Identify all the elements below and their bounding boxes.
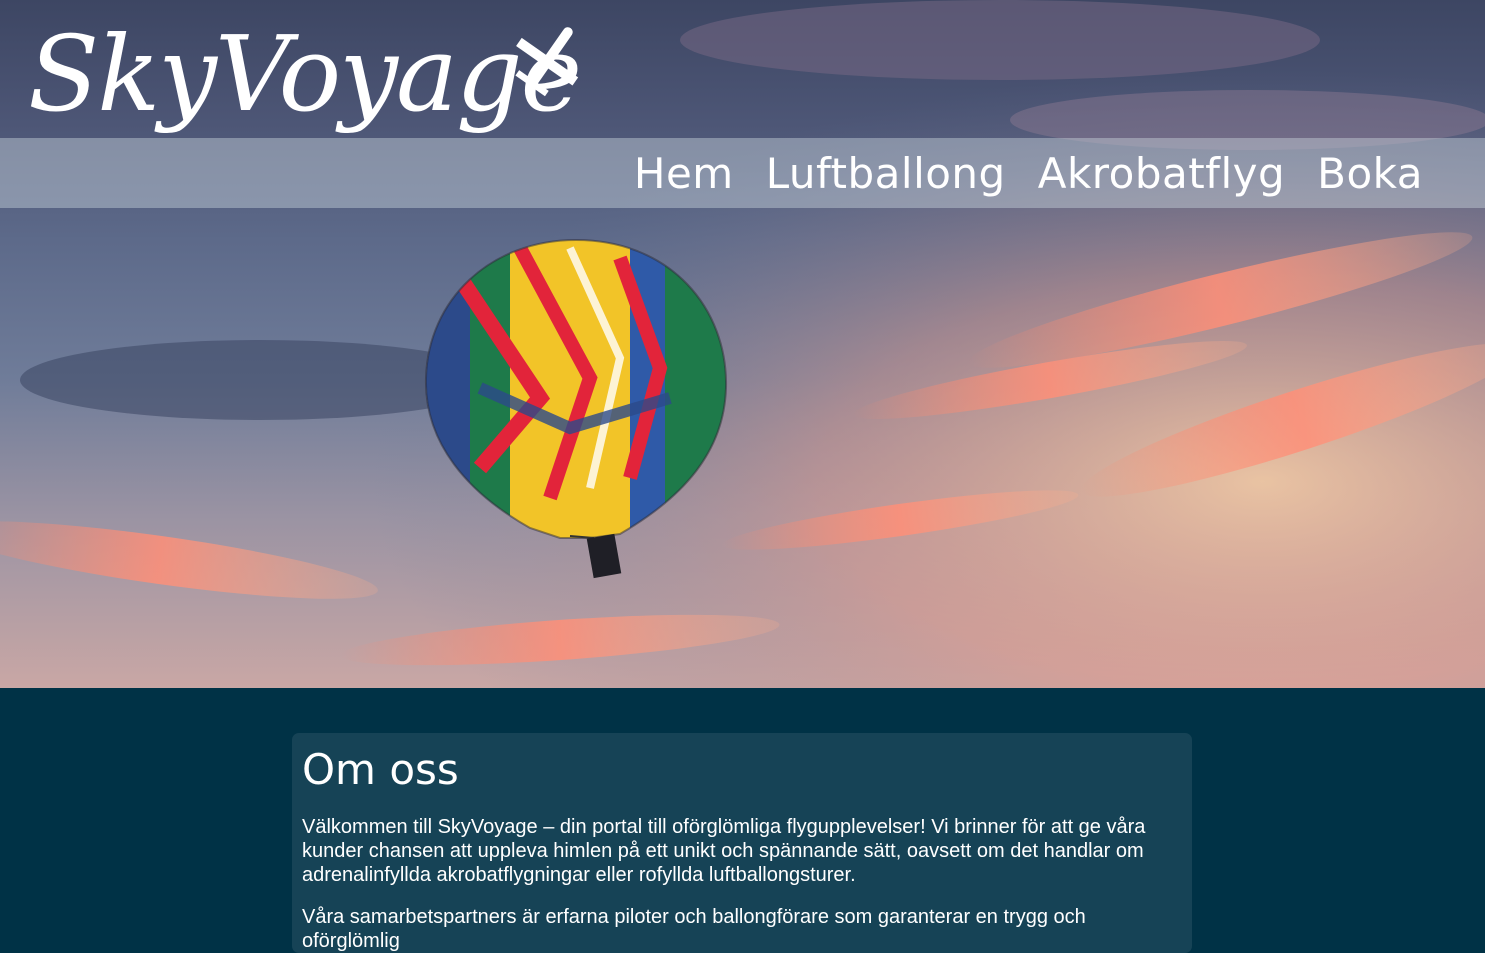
nav-link-luftballong[interactable]: Luftballong [766, 149, 1006, 198]
nav-link-hem[interactable]: Hem [634, 149, 734, 198]
hot-air-balloon-image [424, 238, 728, 579]
about-title: Om oss [302, 745, 459, 794]
nav-item-boka: Boka [1317, 149, 1423, 198]
hero-banner: SkyVoyage Hem Luftballong Akrobatflyg Bo… [0, 0, 1485, 688]
about-paragraph-2: Våra samarbetspartners är erfarna pilote… [302, 906, 1086, 953]
about-paragraph-1: Välkommen till SkyVoyage – din portal ti… [302, 816, 1146, 887]
logo-text: SkyVoyage [28, 13, 582, 135]
airplane-icon [515, 27, 579, 97]
site-logo[interactable]: SkyVoyage [28, 18, 598, 158]
about-section: Om oss Välkommen till SkyVoyage – din po… [292, 733, 1192, 953]
nav-link-akrobatflyg[interactable]: Akrobatflyg [1038, 149, 1285, 198]
nav-item-luftballong: Luftballong [766, 149, 1006, 198]
nav-link-boka[interactable]: Boka [1317, 149, 1423, 198]
nav-item-hem: Hem [634, 149, 734, 198]
nav-list: Hem Luftballong Akrobatflyg Boka [634, 138, 1423, 208]
nav-item-akrobatflyg: Akrobatflyg [1038, 149, 1285, 198]
